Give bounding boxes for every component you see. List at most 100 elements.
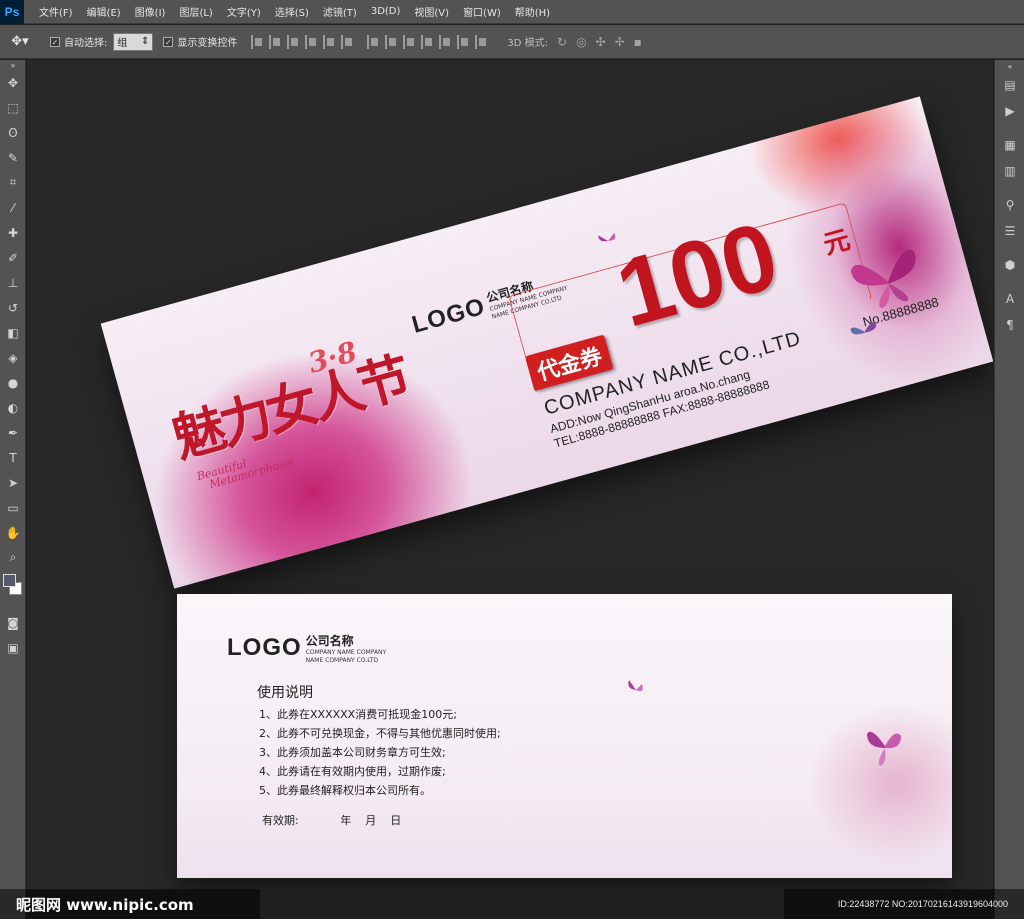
butterfly-back-small-icon [628, 680, 643, 692]
show-transform-toggle[interactable]: ✓ 显示变换控件 [163, 34, 237, 49]
properties-panel-icon[interactable]: ▦ [995, 132, 1024, 158]
auto-select-checkbox[interactable]: ✓ [50, 36, 60, 47]
usage-rule: 1、此券在XXXXXX消费可抵现金100元; [259, 708, 457, 721]
dodge-tool-icon[interactable]: ◐ [0, 395, 26, 420]
panel-collapse-icon[interactable]: » [0, 60, 26, 70]
align-top-icon[interactable] [251, 34, 263, 49]
usage-rule: 3、此券须加盖本公司财务章方可生效; [259, 746, 446, 759]
paint-bucket-tool-icon[interactable]: ◈ [0, 345, 26, 370]
menu-edit[interactable]: 编辑(E) [80, 4, 128, 19]
auto-select-label: 自动选择: [64, 38, 108, 49]
back-company-cn: 公司名称 [305, 634, 354, 648]
marquee-tool-icon[interactable]: ⬚ [0, 95, 26, 120]
voucher-front: LOGO 公司名称 COMPANY NAME COMPANY NAME COMP… [100, 96, 993, 589]
hand-tool-icon[interactable]: ✋ [0, 520, 26, 545]
menu-filter[interactable]: 滤镜(T) [316, 4, 364, 19]
align-left-icon[interactable] [305, 34, 317, 49]
butterfly-back-large-icon [867, 731, 901, 766]
menu-help[interactable]: 帮助(H) [508, 4, 557, 19]
distribute-buttons [367, 34, 487, 49]
quick-select-tool-icon[interactable]: ✎ [0, 145, 26, 170]
distribute-vcenter-icon[interactable] [385, 34, 397, 49]
lasso-tool-icon[interactable]: ʘ [0, 120, 26, 145]
move-tool-preset-icon[interactable]: ✥▾ [0, 34, 40, 49]
back-company-en-1: COMPANY NAME COMPANY [305, 649, 387, 656]
align-right-icon[interactable] [341, 34, 353, 49]
paragraph-panel-icon[interactable]: ¶ [995, 312, 1024, 338]
align-vcenter-icon[interactable] [269, 34, 281, 49]
3d-rotate-icon[interactable]: ↻ [557, 35, 567, 49]
align-buttons [251, 34, 353, 49]
distribute-right-icon[interactable] [457, 34, 469, 49]
show-transform-checkbox[interactable]: ✓ [163, 36, 174, 47]
distribute-hcenter-icon[interactable] [439, 34, 451, 49]
auto-select-dropdown[interactable]: 组 ⇕ [113, 32, 154, 51]
validity-line: 有效期: 年 月 日 [262, 812, 401, 828]
tools-panel: » ✥ ⬚ ʘ ✎ ⌗ ⁄ ✚ ✐ ⊥ ↺ ◧ ◈ ● ◐ ✒ T ➤ ▭ ✋ … [0, 60, 26, 919]
distribute-left-icon[interactable] [421, 34, 433, 49]
shape-tool-icon[interactable]: ▭ [0, 495, 26, 520]
history-brush-tool-icon[interactable]: ↺ [0, 295, 26, 320]
dock-divider [995, 124, 1024, 132]
auto-align-icon[interactable] [475, 34, 487, 49]
photoshop-logo[interactable]: Ps [0, 0, 24, 24]
dropdown-arrow-icon: ⇕ [140, 36, 150, 47]
align-bottom-icon[interactable] [287, 34, 299, 49]
distribute-top-icon[interactable] [367, 34, 379, 49]
adjustments-panel-icon[interactable]: ☰ [995, 218, 1024, 244]
usage-title: 使用说明 [257, 685, 313, 701]
menu-window[interactable]: 窗口(W) [456, 4, 508, 19]
watermark-id: ID:22438772 NO:20170216143919604000 [784, 889, 1024, 919]
actions-panel-icon[interactable]: ▶ [995, 98, 1024, 124]
back-logo: LOGO [227, 634, 302, 661]
foreground-color-swatch[interactable] [3, 574, 16, 587]
info-panel-icon[interactable]: ▥ [995, 158, 1024, 184]
dock-collapse-icon[interactable]: « [995, 60, 1024, 72]
menu-type[interactable]: 文字(Y) [220, 4, 268, 19]
distribute-bottom-icon[interactable] [403, 34, 415, 49]
3d-panel-icon[interactable]: ⬢ [995, 252, 1024, 278]
brush-presets-panel-icon[interactable]: ⚲ [995, 192, 1024, 218]
history-panel-icon[interactable]: ▤ [995, 72, 1024, 98]
menu-layer[interactable]: 图层(L) [172, 4, 219, 19]
menu-3d[interactable]: 3D(D) [364, 6, 408, 17]
watermark-site: 昵图网 www.nipic.com [0, 889, 260, 919]
back-logo-block: LOGO 公司名称 COMPANY NAME COMPANY NAME COMP… [227, 634, 386, 665]
brush-tool-icon[interactable]: ✐ [0, 245, 26, 270]
healing-brush-tool-icon[interactable]: ✚ [0, 220, 26, 245]
front-logo: LOGO [409, 292, 489, 339]
menu-select[interactable]: 选择(S) [268, 4, 316, 19]
usage-rule: 5、此券最终解释权归本公司所有。 [259, 784, 431, 797]
zoom-tool-icon[interactable]: ⌕ [0, 545, 26, 570]
3d-roll-icon[interactable]: ◎ [576, 35, 586, 49]
type-tool-icon[interactable]: T [0, 445, 26, 470]
pen-tool-icon[interactable]: ✒ [0, 420, 26, 445]
path-select-tool-icon[interactable]: ➤ [0, 470, 26, 495]
screen-mode-icon[interactable]: ▣ [0, 635, 26, 660]
3d-scale-icon[interactable]: ▪ [634, 35, 642, 49]
align-hcenter-icon[interactable] [323, 34, 335, 49]
menu-image[interactable]: 图像(I) [128, 4, 173, 19]
blur-tool-icon[interactable]: ● [0, 370, 26, 395]
color-swatches[interactable] [0, 570, 26, 610]
eyedropper-tool-icon[interactable]: ⁄ [0, 195, 26, 220]
move-tool-icon[interactable]: ✥ [0, 70, 26, 95]
character-panel-icon[interactable]: A [995, 286, 1024, 312]
voucher-back: LOGO 公司名称 COMPANY NAME COMPANY NAME COMP… [177, 594, 952, 878]
auto-select-toggle[interactable]: ✓ 自动选择: [50, 34, 107, 49]
quick-mask-icon[interactable]: ◙ [0, 610, 26, 635]
menu-file[interactable]: 文件(F) [32, 4, 80, 19]
menu-bar: Ps 文件(F) 编辑(E) 图像(I) 图层(L) 文字(Y) 选择(S) 滤… [0, 0, 1024, 24]
3d-mode-label: 3D 模式: [507, 38, 548, 49]
3d-drag-icon[interactable]: ✣ [596, 35, 606, 49]
menu-view[interactable]: 视图(V) [407, 4, 456, 19]
dock-divider [995, 184, 1024, 192]
usage-rule: 2、此券不可兑换现金，不得与其他优惠同时使用; [259, 727, 501, 740]
eraser-tool-icon[interactable]: ◧ [0, 320, 26, 345]
clone-stamp-tool-icon[interactable]: ⊥ [0, 270, 26, 295]
3d-mode-group: 3D 模式: ↻ ◎ ✣ ✢ ▪ [507, 34, 642, 50]
crop-tool-icon[interactable]: ⌗ [0, 170, 26, 195]
auto-select-value: 组 [117, 38, 128, 49]
3d-slide-icon[interactable]: ✢ [615, 35, 625, 49]
document-canvas[interactable]: LOGO 公司名称 COMPANY NAME COMPANY NAME COMP… [27, 60, 993, 890]
